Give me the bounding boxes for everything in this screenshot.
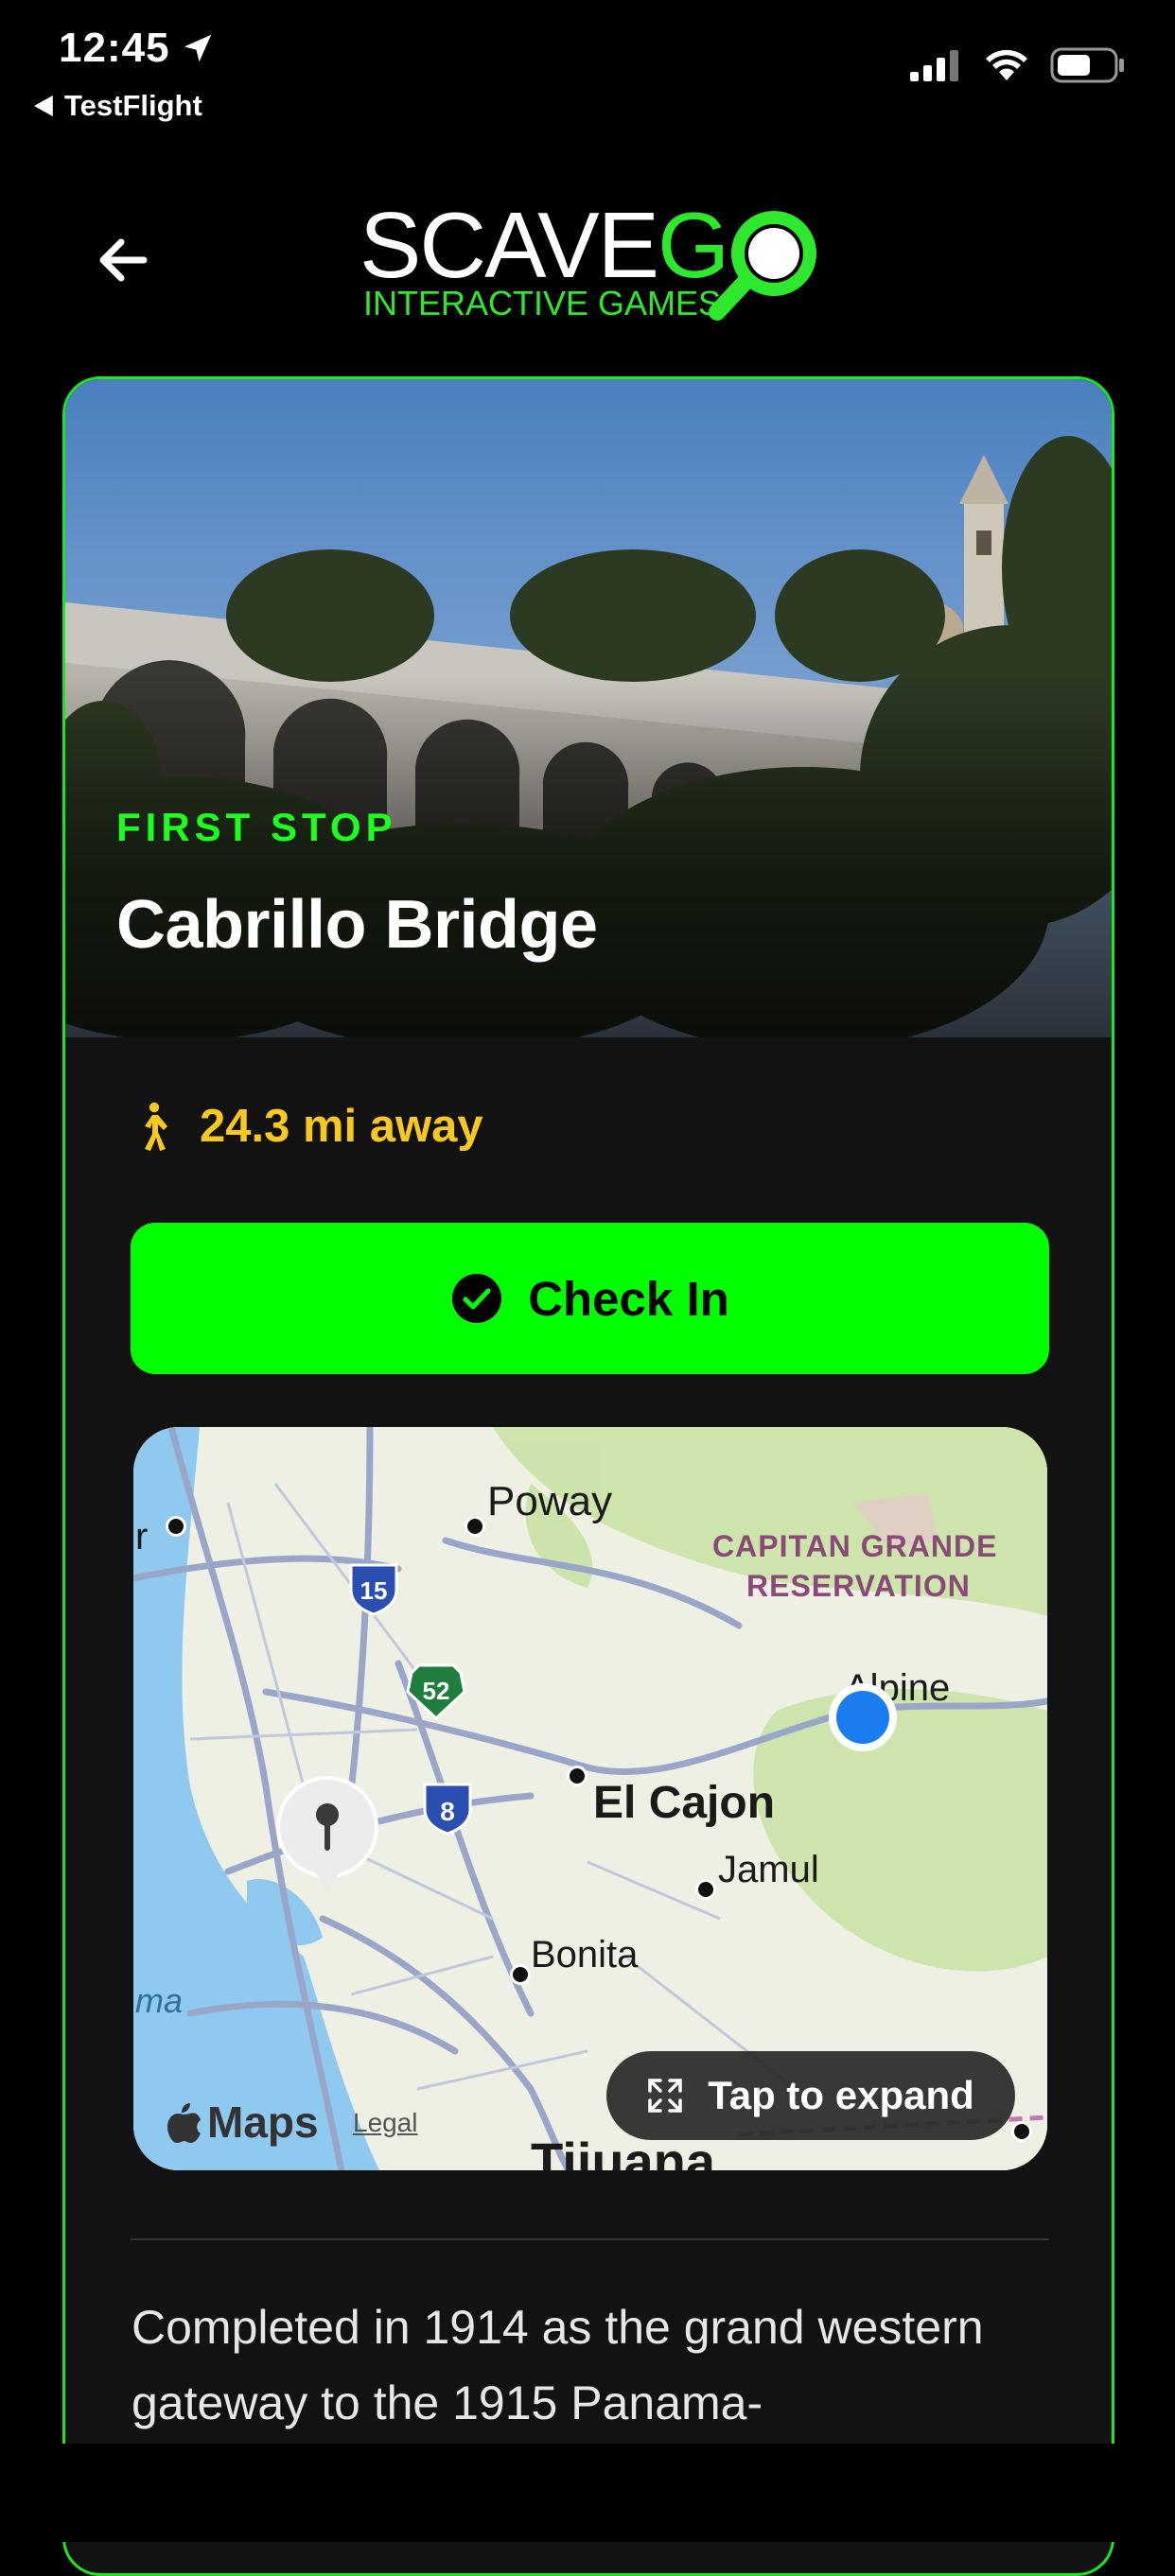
- status-back-link[interactable]: TestFlight: [34, 89, 202, 123]
- svg-text:15: 15: [360, 1576, 388, 1605]
- stop-description: Completed in 1914 as the grand western g…: [132, 2301, 984, 2429]
- i15-shield-icon: 15: [349, 1563, 398, 1616]
- map-label-bonita: Bonita: [531, 1934, 639, 1976]
- map-label-left-edge-top: r: [135, 1516, 149, 1558]
- svg-text:52: 52: [423, 1677, 450, 1705]
- sr52-shield-icon: 52: [406, 1663, 466, 1720]
- distance-row: 24.3 mi away: [133, 1100, 483, 1153]
- expand-label: Tap to expand: [708, 2073, 974, 2117]
- jamul-dot: [695, 1879, 716, 1900]
- bonita-dot: [510, 1964, 531, 1985]
- user-location-icon: [829, 1683, 897, 1751]
- map-label-left-edge: ma: [135, 1981, 184, 2020]
- maps-attribution-text: Maps: [207, 2097, 319, 2147]
- stop-title: Cabrillo Bridge: [116, 887, 598, 963]
- legal-link[interactable]: Legal: [353, 2108, 418, 2138]
- magnifier-icon: [709, 211, 816, 321]
- stop-photo: FIRST STOP Cabrillo Bridge: [65, 379, 1112, 1037]
- map-label-jamul: Jamul: [718, 1849, 819, 1890]
- section-divider: [131, 2238, 1049, 2240]
- stop-card: FIRST STOP Cabrillo Bridge 24.3 mi away …: [62, 376, 1114, 2576]
- i8-shield-icon: 8: [423, 1783, 472, 1836]
- app-logo: SCAVEG INTERACTIVE GAMES: [360, 199, 816, 325]
- wifi-icon: [986, 49, 1027, 80]
- west-dot: [166, 1516, 186, 1537]
- location-map[interactable]: Poway r CAPITAN GRANDE RESERVATION Alpin…: [133, 1427, 1047, 2170]
- status-time-text: 12:45: [59, 25, 170, 71]
- status-back-label: TestFlight: [64, 89, 202, 122]
- apple-logo-icon: [167, 2103, 201, 2143]
- east-dot: [1011, 2121, 1032, 2142]
- maps-attribution: Maps: [167, 2097, 319, 2148]
- map-label-el-cajon: El Cajon: [593, 1778, 776, 1828]
- signal-icon: [910, 50, 958, 81]
- map-label-reservation-2: RESERVATION: [746, 1569, 971, 1603]
- location-arrow-icon: [184, 34, 211, 62]
- svg-text:8: 8: [440, 1797, 455, 1826]
- stop-eyebrow: FIRST STOP: [116, 805, 397, 849]
- check-in-button[interactable]: Check In: [131, 1223, 1049, 1374]
- expand-map-button[interactable]: Tap to expand: [606, 2051, 1015, 2140]
- pin-icon[interactable]: [275, 1775, 379, 1898]
- battery-icon: [1050, 47, 1124, 83]
- map-label-poway: Poway: [487, 1478, 613, 1524]
- distance-text: 24.3 mi away: [200, 1101, 483, 1152]
- poway-dot: [465, 1516, 485, 1537]
- logo-wordmark: SCAVEG: [360, 193, 729, 297]
- status-indicators: [910, 47, 1126, 83]
- status-time: 12:45: [59, 25, 216, 72]
- logo-tagline: INTERACTIVE GAMES: [363, 284, 722, 322]
- back-triangle-icon: [34, 96, 53, 116]
- back-arrow-icon[interactable]: [91, 227, 157, 293]
- checkmark-circle-icon: [452, 1274, 502, 1323]
- walking-icon: [145, 1102, 167, 1151]
- el-cajon-dot: [567, 1766, 588, 1786]
- expand-icon: [648, 2079, 682, 2113]
- check-in-label: Check In: [528, 1271, 729, 1326]
- bottom-safe-area: [0, 2444, 1175, 2542]
- map-label-reservation-1: CAPITAN GRANDE: [712, 1529, 998, 1563]
